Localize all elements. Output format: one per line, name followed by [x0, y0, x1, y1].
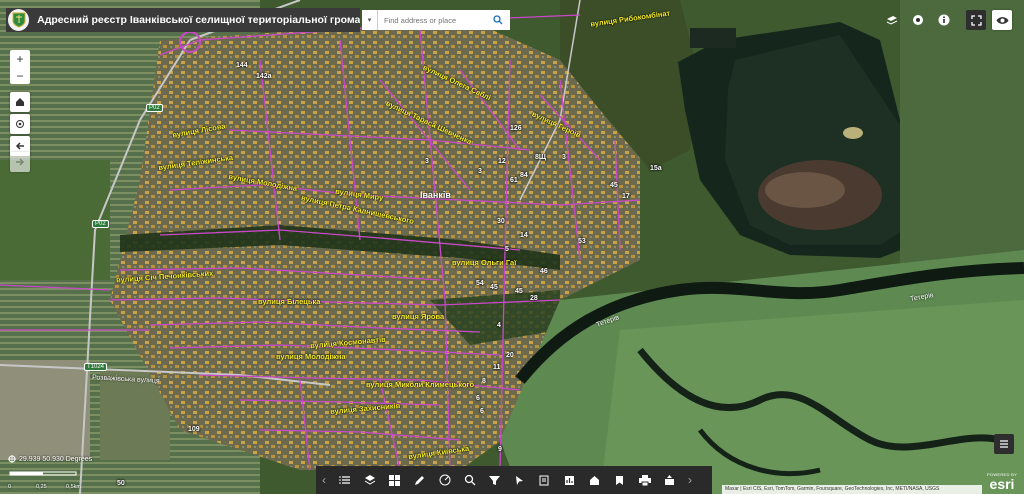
page-title: Адресний реєстр Іванківської селищної те…	[37, 14, 360, 26]
home-icon	[16, 98, 24, 106]
search-box: ▾	[362, 10, 510, 30]
layers-icon	[364, 475, 375, 485]
measure-widget-button[interactable]	[432, 466, 457, 494]
satellite-basemap	[0, 0, 1024, 494]
overview-button[interactable]	[908, 10, 928, 30]
fullscreen-button[interactable]	[966, 10, 986, 30]
draw-widget-button[interactable]	[407, 466, 432, 494]
building-icon	[590, 475, 599, 485]
share-icon	[665, 474, 674, 485]
search-button[interactable]	[488, 10, 508, 30]
search-icon	[493, 15, 503, 25]
layers-icon	[886, 16, 898, 25]
scale-label: 0,25	[36, 484, 47, 490]
query-widget-button[interactable]	[457, 466, 482, 494]
screening-widget-button[interactable]	[557, 466, 582, 494]
table-icon	[1000, 440, 1008, 448]
visibility-toggle-button[interactable]	[992, 10, 1012, 30]
share-widget-button[interactable]	[657, 466, 682, 494]
zoom-in-button[interactable]: +	[10, 50, 30, 67]
attribute-table-button[interactable]	[994, 434, 1014, 454]
dock-next-button[interactable]: ›	[682, 466, 698, 494]
widget-dock: ‹ ›	[316, 466, 712, 494]
crosshair-icon[interactable]	[8, 455, 16, 463]
app-header: Адресний реєстр Іванківської селищної те…	[6, 8, 360, 32]
next-extent-button[interactable]	[10, 152, 30, 172]
address-widget-button[interactable]	[582, 466, 607, 494]
scale-label: 0	[8, 484, 12, 490]
attribution-text: Maxar | Esri CIS, Esri, TomTom, Garmin, …	[722, 485, 982, 494]
esri-logo: POWERED BY esri	[984, 472, 1020, 492]
search-input[interactable]	[378, 15, 488, 25]
bookmark-widget-button[interactable]	[607, 466, 632, 494]
layer-list-widget-button[interactable]	[357, 466, 382, 494]
select-widget-button[interactable]	[507, 466, 532, 494]
list-icon	[338, 476, 350, 484]
eye-icon	[913, 15, 923, 25]
scale-label: 0,5km	[66, 484, 81, 490]
zoom-area-icon	[464, 474, 475, 486]
grid-icon	[389, 474, 400, 486]
print-icon	[638, 474, 651, 486]
fullscreen-icon	[970, 14, 982, 26]
edit-widget-button[interactable]	[532, 466, 557, 494]
cursor-icon	[516, 475, 523, 485]
legend-widget-button[interactable]	[332, 466, 357, 494]
arrow-right-icon	[16, 158, 25, 166]
about-button[interactable]	[934, 10, 954, 30]
pencil-icon	[415, 475, 424, 485]
report-icon	[565, 475, 574, 485]
basemap-widget-button[interactable]	[382, 466, 407, 494]
filter-widget-button[interactable]	[482, 466, 507, 494]
zoom-out-button[interactable]: −	[10, 67, 30, 84]
scale-bar: 0 0,25 0,5km	[8, 466, 88, 492]
chevron-right-icon: ›	[688, 473, 692, 487]
chevron-down-icon: ▾	[367, 17, 372, 24]
print-widget-button[interactable]	[632, 466, 657, 494]
edit-icon	[539, 475, 549, 485]
chevron-left-icon: ‹	[322, 473, 326, 487]
coat-of-arms-logo	[8, 9, 30, 31]
search-source-dropdown[interactable]: ▾	[362, 10, 378, 30]
basemap-gallery-button[interactable]	[882, 10, 902, 30]
bookmark-icon	[616, 475, 623, 485]
home-button[interactable]	[10, 92, 30, 112]
esri-name: esri	[989, 476, 1015, 492]
coordinate-widget: 29.939 50.930 Degrees	[8, 455, 92, 463]
arrow-left-icon	[15, 142, 24, 150]
dock-prev-button[interactable]: ‹	[316, 466, 332, 494]
zoom-control: + −	[10, 50, 30, 84]
locate-button[interactable]	[10, 114, 30, 134]
scale-bar-graphic	[9, 471, 77, 476]
eye-icon	[996, 16, 1008, 24]
info-icon	[938, 14, 950, 26]
locate-icon	[16, 120, 24, 128]
map-view[interactable]: вулиця Рибокомбінат вулиця Лісова вулиця…	[0, 0, 1024, 494]
coordinate-readout: 29.939 50.930 Degrees	[19, 455, 93, 463]
filter-icon	[489, 475, 500, 485]
measure-icon	[439, 474, 450, 486]
